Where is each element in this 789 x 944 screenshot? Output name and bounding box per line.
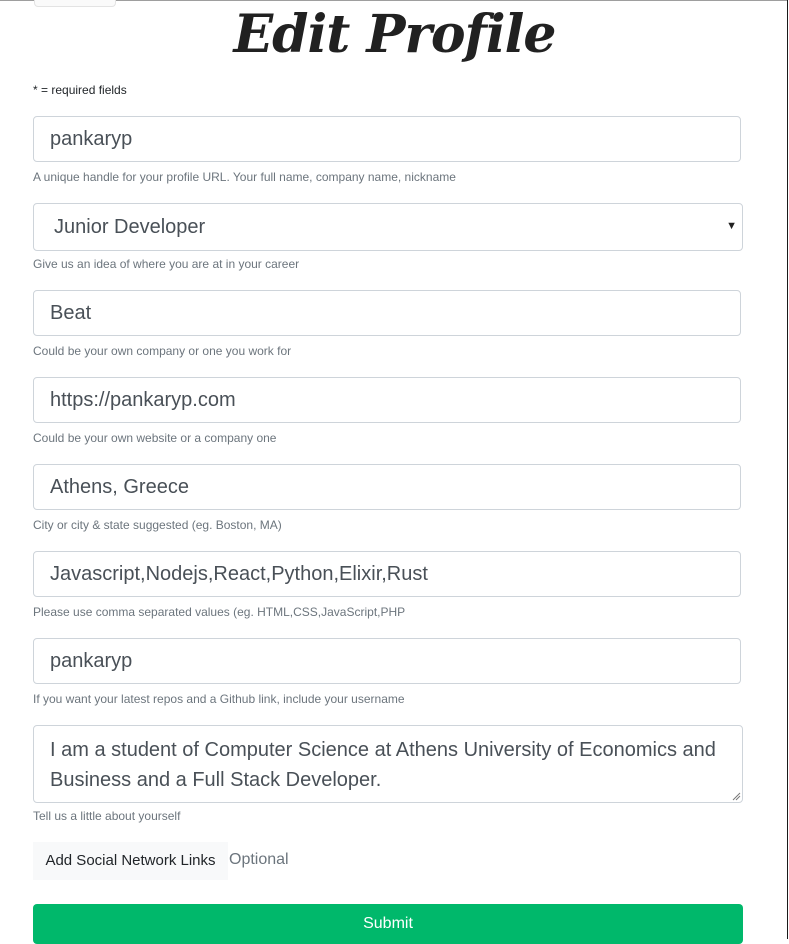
handle-help: A unique handle for your profile URL. Yo… <box>33 170 456 184</box>
page-title: Edit Profile <box>233 4 556 65</box>
window-top-border <box>0 0 787 1</box>
website-input[interactable] <box>33 377 741 423</box>
github-help: If you want your latest repos and a Gith… <box>33 692 405 706</box>
skills-input[interactable] <box>33 551 741 597</box>
status-select-value: Junior Developer <box>33 203 743 251</box>
company-input[interactable] <box>33 290 741 336</box>
github-username-input[interactable] <box>33 638 741 684</box>
bio-textarea[interactable]: I am a student of Computer Science at At… <box>33 725 743 803</box>
bio-help: Tell us a little about yourself <box>33 809 181 823</box>
required-fields-note: * = required fields <box>33 83 127 97</box>
status-select[interactable]: Junior Developer ▼ <box>33 203 743 251</box>
handle-input[interactable] <box>33 116 741 162</box>
resize-grip-icon[interactable] <box>732 792 741 801</box>
location-help: City or city & state suggested (eg. Bost… <box>33 518 282 532</box>
status-help: Give us an idea of where you are at in y… <box>33 257 300 271</box>
company-help: Could be your own company or one you wor… <box>33 344 292 358</box>
skills-help: Please use comma separated values (eg. H… <box>33 605 406 619</box>
location-input[interactable] <box>33 464 741 510</box>
caret-down-icon: ▼ <box>726 220 737 232</box>
website-help: Could be your own website or a company o… <box>33 431 277 445</box>
submit-button[interactable]: Submit <box>33 904 743 944</box>
window-right-border <box>787 0 788 939</box>
add-social-links-button[interactable]: Add Social Network Links <box>33 842 228 880</box>
optional-label: Optional <box>229 851 289 868</box>
